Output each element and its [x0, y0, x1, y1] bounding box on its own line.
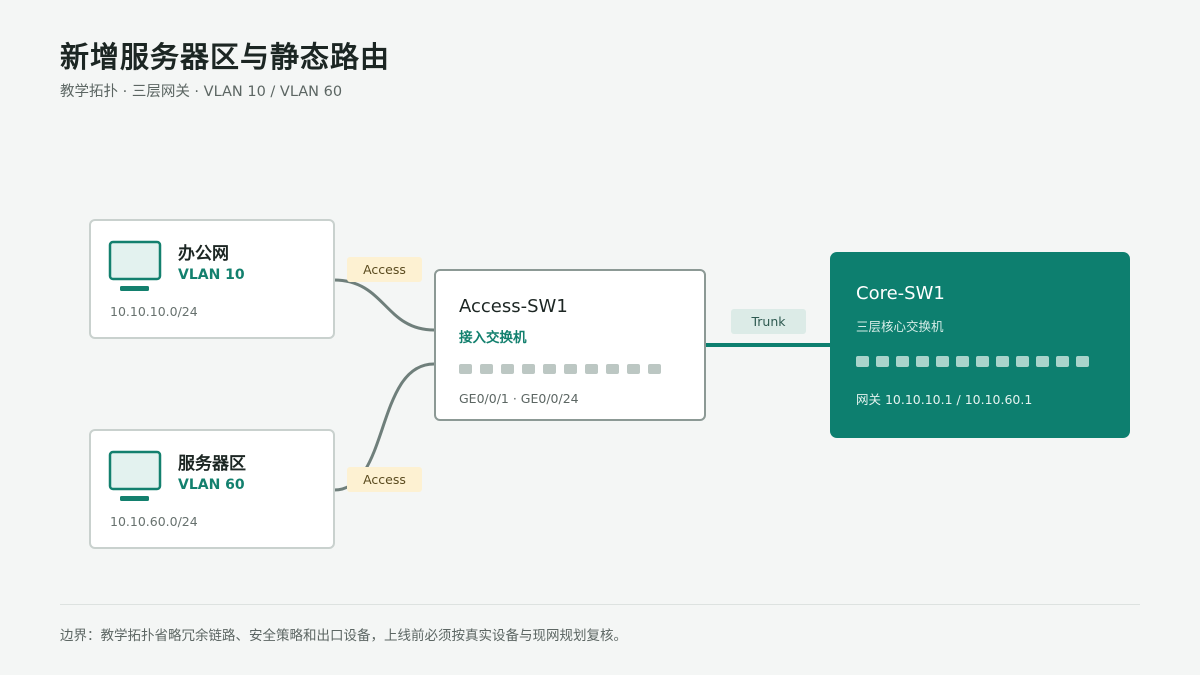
port-indicator	[1016, 356, 1029, 367]
core-switch-role: 三层核心交换机	[856, 319, 944, 334]
node-core-switch[interactable]: Core-SW1 三层核心交换机 网关 10.10.10.1 / 10.10.6…	[830, 252, 1130, 438]
port-indicator	[976, 356, 989, 367]
port-indicator	[1056, 356, 1069, 367]
server-name: 服务器区	[178, 454, 246, 474]
monitor-icon	[108, 240, 162, 291]
port-indicator	[543, 364, 556, 374]
port-indicator	[956, 356, 969, 367]
monitor-icon	[108, 450, 162, 501]
link-office-access	[333, 278, 435, 332]
port-indicator	[936, 356, 949, 367]
port-indicator	[1076, 356, 1089, 367]
port-indicator	[585, 364, 598, 374]
server-subnet: 10.10.60.0/24	[110, 514, 198, 529]
port-indicator	[522, 364, 535, 374]
port-indicator	[1036, 356, 1049, 367]
port-indicator	[996, 356, 1009, 367]
port-indicator	[648, 364, 661, 374]
tag-trunk: Trunk	[731, 309, 806, 334]
port-indicator	[627, 364, 640, 374]
access-switch-name: Access-SW1	[459, 296, 568, 317]
footer-note: 边界：教学拓扑省略冗余链路、安全策略和出口设备，上线前必须按真实设备与现网规划复…	[60, 628, 627, 644]
access-switch-port-label: GE0/0/1 · GE0/0/24	[459, 391, 579, 406]
footer-divider	[60, 604, 1140, 605]
node-server[interactable]: 服务器区 VLAN 60 10.10.60.0/24	[89, 429, 335, 549]
office-name: 办公网	[178, 244, 229, 264]
port-indicator	[459, 364, 472, 374]
access-switch-role: 接入交换机	[459, 330, 527, 346]
core-switch-gateway: 网关 10.10.10.1 / 10.10.60.1	[856, 392, 1033, 407]
office-subnet: 10.10.10.0/24	[110, 304, 198, 319]
office-vlan: VLAN 10	[178, 267, 245, 283]
core-switch-ports	[856, 356, 1089, 367]
tag-server-access: Access	[347, 467, 422, 492]
node-office[interactable]: 办公网 VLAN 10 10.10.10.0/24	[89, 219, 335, 339]
node-access-switch[interactable]: Access-SW1 接入交换机 GE0/0/1 · GE0/0/24	[434, 269, 706, 421]
port-indicator	[606, 364, 619, 374]
port-indicator	[856, 356, 869, 367]
access-switch-ports	[459, 364, 661, 374]
port-indicator	[896, 356, 909, 367]
tag-office-access: Access	[347, 257, 422, 282]
server-vlan: VLAN 60	[178, 477, 245, 493]
core-switch-name: Core-SW1	[856, 283, 945, 304]
port-indicator	[564, 364, 577, 374]
port-indicator	[876, 356, 889, 367]
port-indicator	[501, 364, 514, 374]
port-indicator	[916, 356, 929, 367]
port-indicator	[480, 364, 493, 374]
